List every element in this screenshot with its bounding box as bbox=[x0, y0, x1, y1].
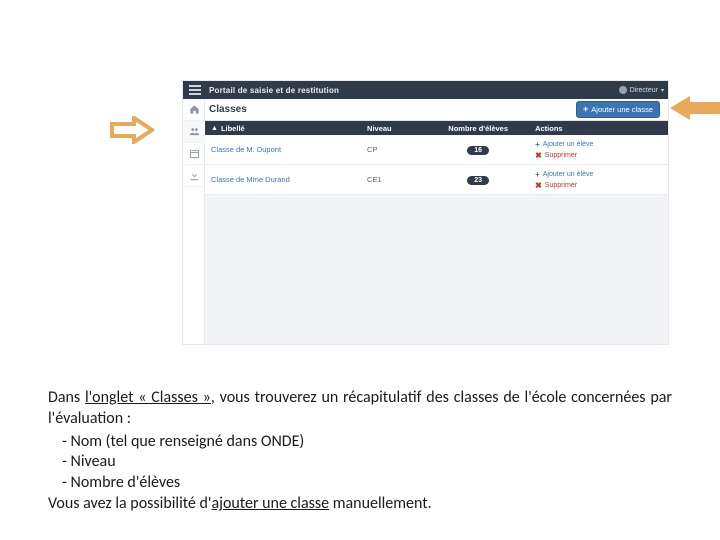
th-libelle[interactable]: ▲ Libellé bbox=[205, 124, 367, 133]
caption-bullets: Nom (tel que renseigné dans ONDE) Niveau… bbox=[48, 432, 672, 494]
calendar-icon bbox=[189, 148, 200, 159]
app-topbar: Portail de saisie et de restitution Dire… bbox=[183, 81, 668, 99]
th-actions: Actions bbox=[529, 124, 668, 133]
caption-line1: Dans l'onglet « Classes », vous trouvere… bbox=[48, 388, 672, 430]
plus-icon: + bbox=[583, 105, 588, 114]
add-class-label: Ajouter une classe bbox=[591, 105, 653, 114]
caption-line2: Vous avez la possibilité d'ajouter une c… bbox=[48, 494, 672, 515]
count-badge: 23 bbox=[467, 176, 489, 185]
user-role-label: Directeur bbox=[630, 87, 658, 94]
table-header-row: ▲ Libellé Niveau Nombre d'élèves Actions bbox=[205, 121, 668, 135]
portal-title: Portail de saisie et de restitution bbox=[209, 86, 339, 95]
classes-icon bbox=[189, 126, 200, 137]
count-badge: 16 bbox=[467, 146, 489, 155]
add-class-button[interactable]: + Ajouter une classe bbox=[576, 101, 660, 118]
bullet-item: Niveau bbox=[62, 452, 672, 473]
bullet-item: Nom (tel que renseigné dans ONDE) bbox=[62, 432, 672, 453]
plus-icon: + bbox=[535, 140, 540, 149]
table-row: Classe de Mme Durand CE1 23 + Ajouter un… bbox=[205, 165, 668, 195]
delete-icon: ✖ bbox=[535, 181, 542, 190]
bullet-item: Nombre d'élèves bbox=[62, 473, 672, 494]
sidebar bbox=[183, 99, 205, 344]
download-icon bbox=[189, 170, 200, 181]
class-link[interactable]: Classe de M. Dupont bbox=[211, 145, 281, 154]
row-actions: + Ajouter un élève ✖ Supprimer bbox=[535, 170, 668, 190]
cell-niveau: CP bbox=[367, 145, 427, 154]
sidebar-item-calendar[interactable] bbox=[183, 143, 205, 165]
th-niveau[interactable]: Niveau bbox=[367, 124, 427, 133]
user-chip[interactable]: Directeur ▾ bbox=[619, 86, 664, 94]
home-icon bbox=[189, 104, 200, 115]
add-student-button[interactable]: + Ajouter un élève bbox=[535, 140, 668, 149]
delete-button[interactable]: ✖ Supprimer bbox=[535, 181, 668, 190]
callout-arrow-left-icon bbox=[670, 96, 720, 120]
menu-icon[interactable] bbox=[189, 85, 201, 95]
instruction-caption: Dans l'onglet « Classes », vous trouvere… bbox=[48, 388, 672, 517]
page-title: Classes bbox=[209, 104, 247, 115]
class-link[interactable]: Classe de Mme Durand bbox=[211, 175, 290, 184]
callout-arrow-right-icon bbox=[110, 116, 154, 144]
embedded-screenshot: Portail de saisie et de restitution Dire… bbox=[182, 80, 669, 345]
sidebar-item-download[interactable] bbox=[183, 165, 205, 187]
th-nombre[interactable]: Nombre d'élèves bbox=[427, 124, 529, 133]
sidebar-item-home[interactable] bbox=[183, 99, 205, 121]
delete-button[interactable]: ✖ Supprimer bbox=[535, 151, 668, 160]
avatar-icon bbox=[619, 86, 627, 94]
add-student-button[interactable]: + Ajouter un élève bbox=[535, 170, 668, 179]
row-actions: + Ajouter un élève ✖ Supprimer bbox=[535, 140, 668, 160]
delete-icon: ✖ bbox=[535, 151, 542, 160]
cell-niveau: CE1 bbox=[367, 175, 427, 184]
page-subheader: Classes + Ajouter une classe bbox=[183, 99, 668, 121]
sidebar-item-classes[interactable] bbox=[183, 121, 205, 143]
table-row: Classe de M. Dupont CP 16 + Ajouter un é… bbox=[205, 135, 668, 165]
caret-down-icon: ▾ bbox=[661, 87, 664, 94]
sort-asc-icon: ▲ bbox=[211, 125, 218, 132]
plus-icon: + bbox=[535, 170, 540, 179]
classes-table: ▲ Libellé Niveau Nombre d'élèves Actions… bbox=[205, 121, 668, 344]
